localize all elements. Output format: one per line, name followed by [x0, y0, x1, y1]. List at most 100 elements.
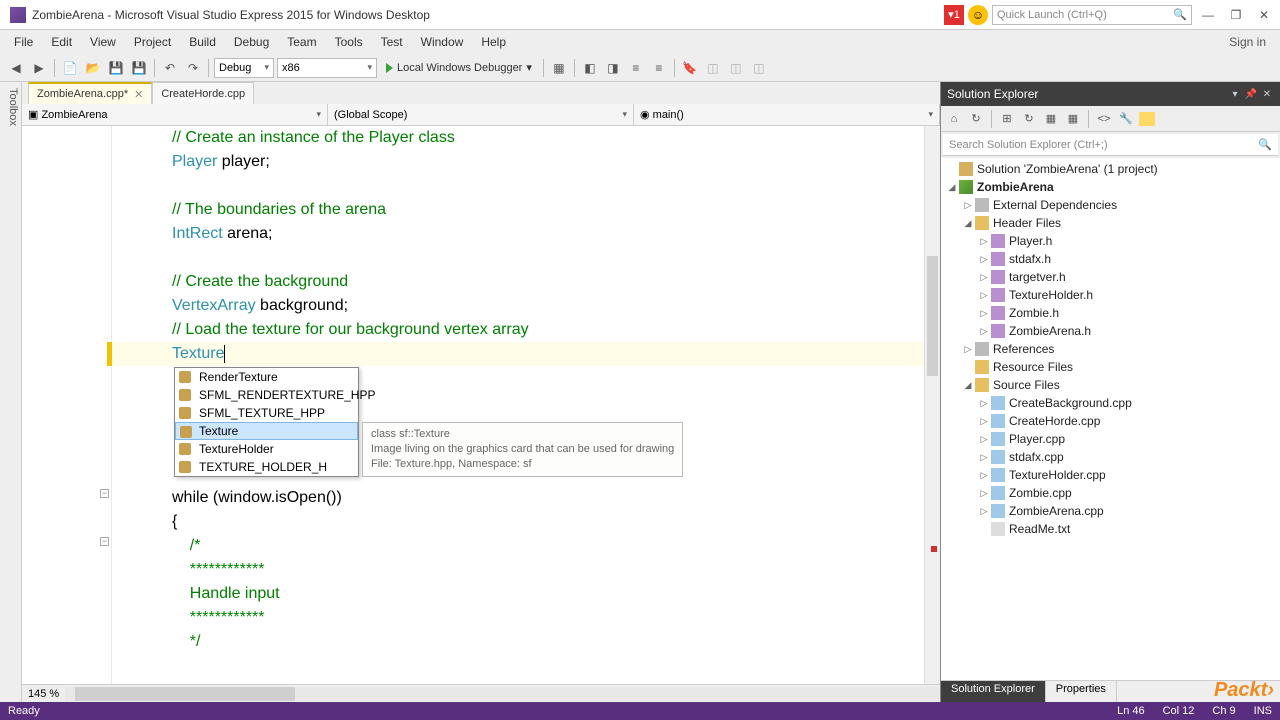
undo-icon[interactable]: ↶ [160, 58, 180, 78]
tree-row[interactable]: ▷Zombie.cpp [941, 484, 1280, 502]
solution-explorer-tab[interactable]: Solution Explorer [941, 681, 1046, 702]
minimize-button[interactable]: — [1196, 5, 1220, 25]
se-wrench-icon[interactable]: 🔧 [1117, 110, 1135, 128]
tb-icon-d[interactable]: ◫ [703, 58, 723, 78]
save-icon[interactable]: 💾 [106, 58, 126, 78]
code-editor[interactable]: − − // Create an instance of the Player … [22, 126, 940, 684]
solution-tree[interactable]: Solution 'ZombieArena' (1 project)◢Zombi… [941, 158, 1280, 680]
se-code-icon[interactable]: <> [1095, 110, 1113, 128]
solution-explorer-search[interactable]: Search Solution Explorer (Ctrl+;)🔍 [943, 134, 1278, 156]
tree-row[interactable]: Solution 'ZombieArena' (1 project) [941, 160, 1280, 178]
tree-row[interactable]: ▷ZombieArena.h [941, 322, 1280, 340]
quick-launch-input[interactable]: Quick Launch (Ctrl+Q)🔍 [992, 5, 1192, 25]
menu-bar: FileEditViewProjectBuildDebugTeamToolsTe… [0, 30, 1280, 54]
file-tab[interactable]: ZombieArena.cpp*✕ [28, 82, 152, 104]
menu-project[interactable]: Project [126, 33, 179, 51]
status-ready: Ready [8, 705, 40, 717]
restore-button[interactable]: ❐ [1224, 5, 1248, 25]
feedback-icon[interactable]: ☺ [968, 5, 988, 25]
toolbox-panel-tab[interactable]: Toolbox [0, 82, 22, 702]
menu-team[interactable]: Team [279, 33, 324, 51]
indent-icon[interactable]: ≡ [649, 58, 669, 78]
intellisense-item[interactable]: Texture [175, 422, 358, 440]
tree-row[interactable]: ▷CreateBackground.cpp [941, 394, 1280, 412]
tree-row[interactable]: ▷TextureHolder.h [941, 286, 1280, 304]
intellisense-tooltip: class sf::Texture Image living on the gr… [362, 422, 683, 477]
play-icon [386, 63, 393, 73]
tb-icon-c[interactable]: ◨ [603, 58, 623, 78]
se-icon-b[interactable]: ▦ [1042, 110, 1060, 128]
tree-row[interactable]: ◢ZombieArena [941, 178, 1280, 196]
search-icon: 🔍 [1258, 138, 1272, 151]
function-scope-dropdown[interactable]: ◉ main()▾ [634, 104, 940, 125]
tree-row[interactable]: ▷stdafx.h [941, 250, 1280, 268]
se-back-icon[interactable]: ↻ [967, 110, 985, 128]
tree-row[interactable]: ▷TextureHolder.cpp [941, 466, 1280, 484]
vs-logo-icon [10, 7, 26, 23]
close-button[interactable]: ✕ [1252, 5, 1276, 25]
menu-build[interactable]: Build [181, 33, 224, 51]
bookmark-icon[interactable]: 🔖 [680, 58, 700, 78]
tree-row[interactable]: ▷stdafx.cpp [941, 448, 1280, 466]
tb-icon-f[interactable]: ◫ [749, 58, 769, 78]
tree-row[interactable]: ▷targetver.h [941, 268, 1280, 286]
menu-file[interactable]: File [6, 33, 41, 51]
tree-row[interactable]: ▷References [941, 340, 1280, 358]
tree-row[interactable]: ◢Header Files [941, 214, 1280, 232]
start-debugging-button[interactable]: Local Windows Debugger ▾ [380, 61, 538, 74]
intellisense-item[interactable]: RenderTexture [175, 368, 358, 386]
tree-row[interactable]: ▷CreateHorde.cpp [941, 412, 1280, 430]
nav-back-icon[interactable]: ◀ [6, 58, 26, 78]
new-project-icon[interactable]: 📄 [60, 58, 80, 78]
namespace-scope-dropdown[interactable]: (Global Scope)▾ [328, 104, 634, 125]
tb-icon-a[interactable]: ▦ [549, 58, 569, 78]
menu-help[interactable]: Help [473, 33, 514, 51]
intellisense-item[interactable]: TextureHolder [175, 440, 358, 458]
open-icon[interactable]: 📂 [83, 58, 103, 78]
se-icon-a[interactable]: ⊞ [998, 110, 1016, 128]
intellisense-item[interactable]: SFML_RENDERTEXTURE_HPP [175, 386, 358, 404]
project-scope-dropdown[interactable]: ▣ ZombieArena▾ [22, 104, 328, 125]
se-refresh-icon[interactable]: ↻ [1020, 110, 1038, 128]
title-bar: ZombieArena - Microsoft Visual Studio Ex… [0, 0, 1280, 30]
redo-icon[interactable]: ↷ [183, 58, 203, 78]
panel-menu-icon[interactable]: ▾ [1228, 87, 1242, 101]
tb-icon-e[interactable]: ◫ [726, 58, 746, 78]
se-icon-d[interactable] [1139, 112, 1155, 126]
horizontal-scrollbar[interactable] [65, 687, 940, 701]
intellisense-item[interactable]: TEXTURE_HOLDER_H [175, 458, 358, 476]
panel-close-icon[interactable]: ✕ [1260, 87, 1274, 101]
intellisense-popup[interactable]: RenderTextureSFML_RENDERTEXTURE_HPPSFML_… [174, 367, 359, 477]
outdent-icon[interactable]: ≡ [626, 58, 646, 78]
tree-row[interactable]: ▷Player.cpp [941, 430, 1280, 448]
notification-badge[interactable]: ▾1 [944, 5, 964, 25]
config-dropdown[interactable]: Debug [214, 58, 274, 78]
se-icon-c[interactable]: ▦ [1064, 110, 1082, 128]
zoom-level[interactable]: 145 % [22, 688, 65, 700]
se-home-icon[interactable]: ⌂ [945, 110, 963, 128]
file-tab[interactable]: CreateHorde.cpp [152, 82, 254, 104]
sign-in-link[interactable]: Sign in [1221, 33, 1274, 51]
menu-test[interactable]: Test [373, 33, 411, 51]
tb-icon-b[interactable]: ◧ [580, 58, 600, 78]
tree-row[interactable]: ◢Source Files [941, 376, 1280, 394]
tree-row[interactable]: ▷Player.h [941, 232, 1280, 250]
intellisense-item[interactable]: SFML_TEXTURE_HPP [175, 404, 358, 422]
close-tab-icon[interactable]: ✕ [134, 88, 143, 101]
tree-row[interactable]: ▷External Dependencies [941, 196, 1280, 214]
pin-icon[interactable]: 📌 [1244, 87, 1258, 101]
tree-row[interactable]: Resource Files [941, 358, 1280, 376]
properties-tab[interactable]: Properties [1046, 681, 1117, 702]
nav-fwd-icon[interactable]: ▶ [29, 58, 49, 78]
menu-debug[interactable]: Debug [226, 33, 277, 51]
tree-row[interactable]: ReadMe.txt [941, 520, 1280, 538]
menu-window[interactable]: Window [413, 33, 472, 51]
tree-row[interactable]: ▷Zombie.h [941, 304, 1280, 322]
tree-row[interactable]: ▷ZombieArena.cpp [941, 502, 1280, 520]
menu-view[interactable]: View [82, 33, 124, 51]
menu-tools[interactable]: Tools [327, 33, 371, 51]
platform-dropdown[interactable]: x86 [277, 58, 377, 78]
save-all-icon[interactable]: 💾 [129, 58, 149, 78]
menu-edit[interactable]: Edit [43, 33, 80, 51]
status-col: Col 12 [1163, 705, 1195, 717]
